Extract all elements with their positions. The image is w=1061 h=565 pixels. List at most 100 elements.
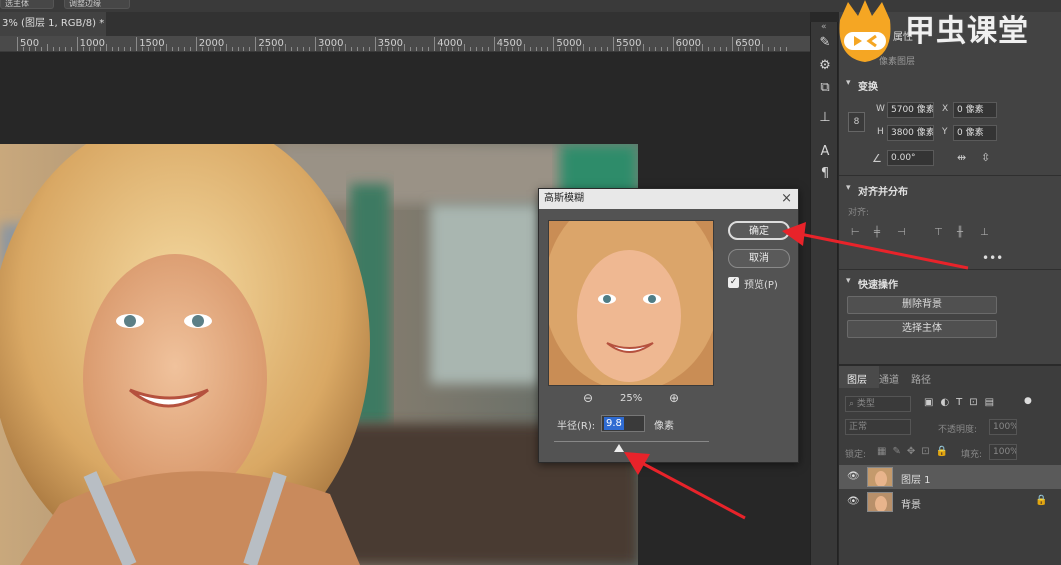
ruler-tick — [231, 47, 233, 51]
divider — [839, 175, 1061, 176]
zoom-in-icon[interactable]: ⊕ — [669, 391, 679, 405]
opacity-field[interactable]: 100% — [989, 419, 1017, 435]
horizontal-ruler: 500 1000 1500 2000 2500 3000 3500 4000 4500 5000 5… — [0, 36, 810, 52]
ruler-tick — [171, 47, 173, 51]
align-top-icon[interactable]: ⊤ — [934, 227, 946, 239]
ruler-tick — [624, 47, 626, 51]
filter-icons[interactable]: ▣◐T⊡▤ — [924, 397, 1001, 408]
align-right-icon[interactable]: ⊣ — [897, 227, 909, 239]
ruler-tick — [642, 44, 644, 51]
character-icon[interactable]: A — [815, 142, 835, 162]
ruler-tick — [315, 37, 316, 51]
ruler-tick — [177, 47, 179, 51]
ruler-tick — [481, 47, 483, 51]
tab-channels[interactable]: 通道 — [879, 371, 899, 386]
ruler-tick — [762, 44, 763, 51]
clone-icon[interactable]: ⧉ — [815, 78, 835, 98]
more-icon[interactable]: ••• — [982, 251, 1003, 265]
paragraph-icon[interactable]: ¶ — [815, 164, 835, 184]
divider — [839, 269, 1061, 270]
ruler-tick — [297, 47, 299, 51]
radius-slider-thumb[interactable] — [614, 444, 625, 452]
tab-layers[interactable]: 图层 — [847, 371, 867, 386]
eye-icon[interactable]: 👁 — [847, 471, 860, 482]
ruler-tick — [726, 47, 728, 51]
ruler-tick — [595, 47, 597, 51]
option-label: 调整边缘 — [69, 0, 101, 8]
align-vcenter-icon[interactable]: ╫ — [957, 227, 969, 239]
ruler-tick — [499, 47, 501, 51]
tab-paths[interactable]: 路径 — [911, 371, 931, 386]
ruler-tick — [398, 47, 400, 51]
preview-checkbox[interactable]: ✓ — [728, 277, 739, 288]
document-tab-bar — [0, 12, 810, 36]
select-subject-option-button[interactable]: 选主体 — [0, 0, 54, 9]
ruler-tick — [380, 47, 382, 51]
ok-button[interactable]: 确定 — [728, 221, 790, 240]
ruler-tick — [702, 44, 704, 51]
layer-filter-select[interactable]: ⌕ 类型 — [845, 396, 911, 412]
ruler-tick — [410, 47, 412, 51]
layer-row[interactable]: 👁 图层 1 — [839, 465, 1061, 489]
refine-edge-option-button[interactable]: 调整边缘 — [64, 0, 130, 9]
fill-field[interactable]: 100% — [989, 444, 1017, 460]
x-field[interactable]: 0 像素 — [953, 102, 997, 118]
layer-row[interactable]: 👁 背景 🔒 — [839, 490, 1061, 514]
chevron-down-icon[interactable]: ▾ — [846, 276, 851, 286]
close-icon[interactable]: × — [781, 189, 792, 209]
ruler-tick — [34, 47, 36, 51]
align-label: 对齐: — [848, 208, 870, 218]
y-field[interactable]: 0 像素 — [953, 125, 997, 141]
transform-section-title: 变换 — [858, 82, 878, 93]
option-label: 选主体 — [5, 0, 29, 8]
link-icon[interactable]: 8 — [848, 112, 865, 132]
ruler-tick — [350, 47, 352, 51]
layer-name[interactable]: 图层 1 — [901, 471, 931, 486]
align-hcenter-icon[interactable]: ╪ — [874, 227, 886, 239]
blend-mode-select[interactable]: 正常 — [845, 419, 911, 435]
align-bottom-icon[interactable]: ⊥ — [980, 227, 992, 239]
chevron-down-icon[interactable]: ▾ — [846, 78, 851, 88]
eye-icon[interactable]: 👁 — [847, 496, 860, 507]
collapse-icon[interactable]: « — [821, 22, 827, 32]
ruler-tick — [386, 47, 388, 51]
select-subject-button[interactable]: 选择主体 — [847, 320, 997, 338]
zoom-out-icon[interactable]: ⊖ — [583, 391, 593, 405]
layer-name[interactable]: 背景 — [901, 496, 921, 511]
width-field[interactable]: 5700 像素 — [887, 102, 934, 118]
angle-field[interactable]: 0.00° — [887, 150, 934, 166]
lock-icons[interactable]: ▦✎✥⊡🔒 — [877, 446, 954, 457]
ruler-tick — [249, 47, 251, 51]
ruler-tick — [40, 47, 42, 51]
ruler-tick — [660, 47, 662, 51]
ruler-tick — [46, 44, 48, 51]
flip-vertical-icon[interactable]: ⇳ — [981, 151, 990, 164]
chevron-down-icon[interactable]: ▾ — [846, 183, 851, 193]
ruler-tick — [750, 47, 752, 51]
align-left-icon[interactable]: ⊢ — [851, 227, 863, 239]
ruler-tick — [142, 47, 144, 51]
ruler-tick — [720, 47, 722, 51]
radius-input[interactable]: 9.8 — [601, 415, 645, 432]
ruler-tick — [201, 47, 203, 51]
ruler-tick — [225, 44, 227, 51]
remove-background-button[interactable]: 删除背景 — [847, 296, 997, 314]
height-field[interactable]: 3800 像素 — [887, 125, 934, 141]
ruler-tick — [446, 47, 448, 51]
blur-preview[interactable] — [548, 220, 714, 386]
ruler-tick — [464, 44, 465, 51]
radius-slider-track[interactable] — [554, 441, 709, 442]
layer-thumbnail — [867, 467, 893, 487]
stamp-icon[interactable]: ⊥ — [815, 108, 835, 128]
ruler-tick — [64, 47, 66, 51]
ruler-tick — [738, 47, 740, 51]
lock-icon: 🔒 — [1035, 495, 1048, 506]
ruler-tick — [475, 47, 477, 51]
cancel-button[interactable]: 取消 — [728, 249, 790, 268]
ruler-tick — [469, 47, 471, 51]
flip-horizontal-icon[interactable]: ⇹ — [957, 151, 966, 164]
document-tab[interactable]: 3% (图层 1, RGB/8) * × — [0, 12, 106, 36]
filter-toggle-icon[interactable]: ● — [1024, 396, 1032, 406]
ruler-tick — [273, 47, 275, 51]
ruler-tick — [523, 44, 525, 51]
